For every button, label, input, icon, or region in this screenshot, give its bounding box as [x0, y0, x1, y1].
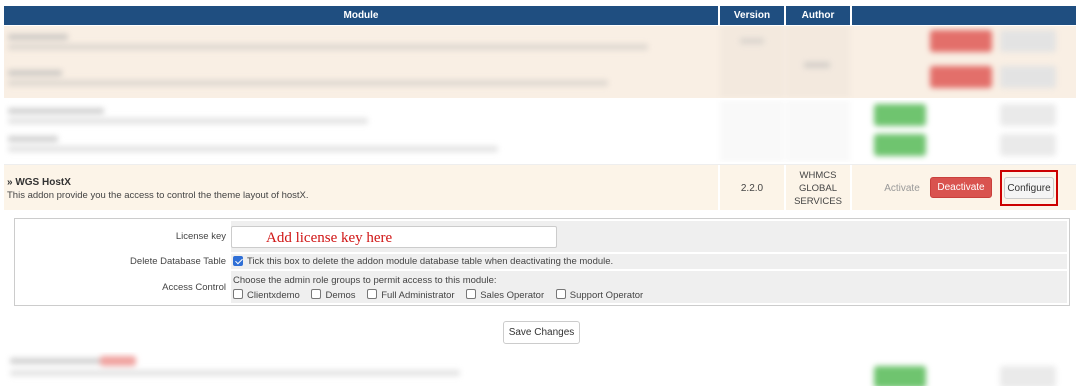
- license-key-label: License key: [17, 221, 229, 252]
- column-header-module: Module: [4, 6, 718, 25]
- column-header-actions: [852, 6, 1076, 25]
- role-checkbox[interactable]: [555, 289, 566, 300]
- role-option[interactable]: Sales Operator: [466, 289, 544, 301]
- module-author: WHMCS GLOBAL SERVICES: [794, 170, 842, 207]
- role-option[interactable]: Full Administrator: [367, 289, 455, 301]
- role-option[interactable]: Support Operator: [555, 289, 643, 301]
- role-checkbox-list: Clientxdemo Demos Full Administrator Sal…: [233, 289, 652, 301]
- role-checkbox[interactable]: [367, 289, 378, 300]
- delete-db-row: Delete Database Table Tick this box to d…: [17, 254, 1067, 269]
- access-control-label: Access Control: [17, 271, 229, 303]
- access-control-row: Access Control Choose the admin role gro…: [17, 271, 1067, 303]
- license-key-annotation: Add license key here: [266, 230, 393, 246]
- column-divider: [850, 165, 852, 211]
- role-option[interactable]: Demos: [311, 289, 356, 301]
- module-config-panel: License key Add license key here Delete …: [14, 218, 1070, 306]
- activate-button[interactable]: Activate: [876, 178, 928, 198]
- blurred-module-rows-middle: [4, 100, 1076, 162]
- column-header-version: Version: [720, 6, 784, 25]
- deactivate-button[interactable]: Deactivate: [930, 177, 992, 198]
- role-checkbox[interactable]: [466, 289, 477, 300]
- access-control-text: Choose the admin role groups to permit a…: [233, 275, 497, 286]
- module-description: This addon provide you the access to con…: [7, 190, 309, 201]
- license-key-input[interactable]: Add license key here: [231, 226, 557, 248]
- configure-button[interactable]: Configure: [1004, 177, 1054, 199]
- delete-db-text: Tick this box to delete the addon module…: [247, 256, 614, 267]
- configure-highlight-box: Configure: [1000, 170, 1058, 206]
- role-option[interactable]: Clientxdemo: [233, 289, 300, 301]
- delete-db-checkbox[interactable]: [233, 255, 243, 266]
- blurred-module-rows-top: [4, 26, 1076, 98]
- delete-db-label: Delete Database Table: [17, 254, 229, 269]
- license-key-row: License key Add license key here: [17, 221, 1067, 252]
- role-checkbox[interactable]: [311, 289, 322, 300]
- save-changes-button[interactable]: Save Changes: [503, 321, 580, 344]
- module-name: » WGS HostX: [7, 177, 71, 188]
- module-row-wgs-hostx: » WGS HostX This addon provide you the a…: [4, 164, 1076, 211]
- blurred-module-row-bottom: [4, 352, 1076, 386]
- module-version: 2.2.0: [740, 183, 764, 194]
- role-checkbox[interactable]: [233, 289, 243, 300]
- column-header-author: Author: [786, 6, 850, 25]
